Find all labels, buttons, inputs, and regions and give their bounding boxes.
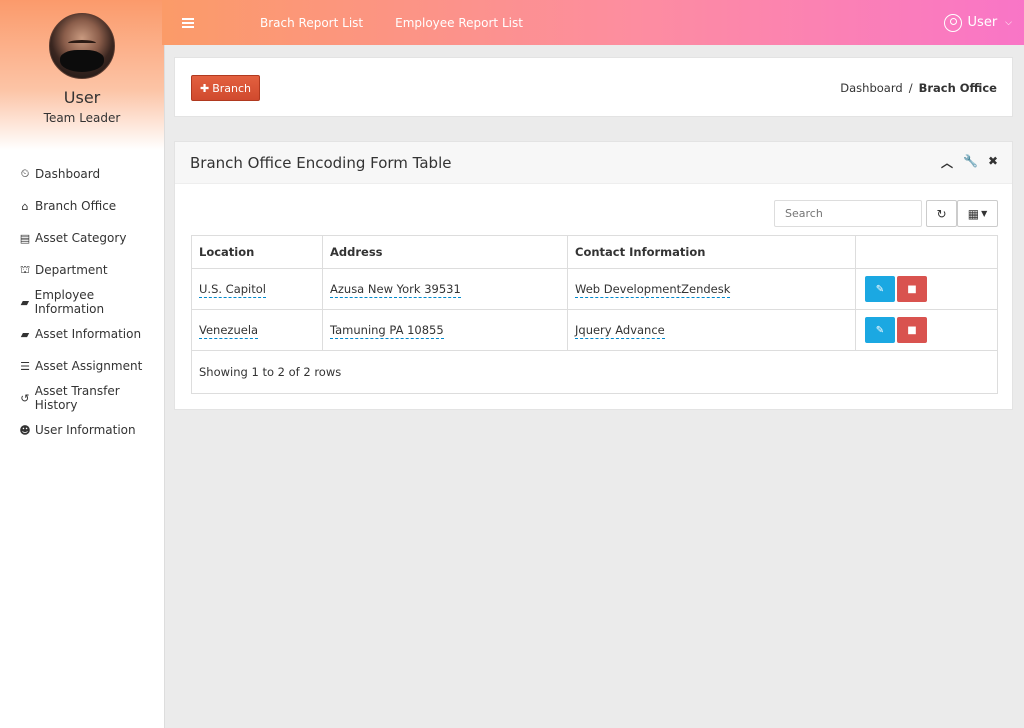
folder-open-icon: ▰ bbox=[20, 295, 30, 309]
page-header-card: ✚ Branch Dashboard / Brach Office bbox=[174, 57, 1013, 117]
sidebar-nav: ⏲ Dashboard ⌂ Branch Office ▤ Asset Categor… bbox=[0, 158, 164, 446]
user-menu[interactable]: User ⌵ bbox=[943, 13, 1012, 32]
breadcrumb-home[interactable]: Dashboard bbox=[840, 81, 902, 95]
table-footer-row: Showing 1 to 2 of 2 rows bbox=[191, 350, 998, 394]
cell-actions: ✎ ■ bbox=[855, 309, 998, 351]
plus-icon: ✚ bbox=[199, 81, 210, 95]
sidebar-item-asset-transfer-history[interactable]: ↺ Asset Transfer History bbox=[0, 382, 164, 414]
delete-button[interactable]: ■ bbox=[897, 276, 927, 302]
users-icon: ☻ bbox=[19, 423, 31, 437]
close-icon[interactable]: ✖ bbox=[988, 154, 998, 171]
sidebar-item-asset-assignment[interactable]: ☰ Asset Assignment bbox=[0, 350, 164, 382]
pagination-info: Showing 1 to 2 of 2 rows bbox=[191, 350, 998, 394]
sidebar-item-label: Asset Information bbox=[35, 327, 142, 341]
add-branch-button[interactable]: ✚ Branch bbox=[191, 75, 260, 101]
add-branch-label: Branch bbox=[212, 81, 252, 95]
cell-contact: Web DevelopmentZendesk bbox=[567, 268, 856, 310]
editable-address[interactable]: Tamuning PA 10855 bbox=[330, 323, 444, 339]
panel-header: Branch Office Encoding Form Table ︿ 🔧 ✖ bbox=[175, 142, 1012, 184]
branch-table-panel: Branch Office Encoding Form Table ︿ 🔧 ✖ … bbox=[174, 141, 1013, 410]
trash-icon: ■ bbox=[907, 324, 917, 336]
editable-location[interactable]: U.S. Capitol bbox=[199, 282, 266, 298]
sidebar-item-label: User Information bbox=[35, 423, 136, 437]
menu-toggle-icon[interactable] bbox=[182, 17, 194, 28]
cell-location: Venezuela bbox=[191, 309, 323, 351]
edit-button[interactable]: ✎ bbox=[865, 317, 895, 343]
wrench-icon[interactable]: 🔧 bbox=[963, 154, 978, 171]
nav-link-employee-report[interactable]: Employee Report List bbox=[395, 16, 523, 30]
delete-button[interactable]: ■ bbox=[897, 317, 927, 343]
editable-address[interactable]: Azusa New York 39531 bbox=[330, 282, 461, 298]
sidebar-item-label: Department bbox=[35, 263, 108, 277]
editable-contact[interactable]: Jquery Advance bbox=[575, 323, 665, 339]
avatar[interactable] bbox=[49, 13, 115, 79]
table-row: U.S. Capitol Azusa New York 39531 Web De… bbox=[191, 268, 998, 310]
edit-button[interactable]: ✎ bbox=[865, 276, 895, 302]
history-icon: ↺ bbox=[20, 391, 30, 405]
top-navbar: Brach Report List Employee Report List U… bbox=[162, 0, 1024, 45]
sidebar-item-branch-office[interactable]: ⌂ Branch Office bbox=[0, 190, 164, 222]
column-header-location[interactable]: Location bbox=[191, 235, 323, 269]
column-header-address[interactable]: Address bbox=[322, 235, 568, 269]
sidebar-item-label: Dashboard bbox=[35, 167, 101, 181]
panel-title: Branch Office Encoding Form Table bbox=[190, 153, 452, 172]
sidebar-item-department[interactable]: ⛫ Department bbox=[0, 254, 164, 286]
home-icon: ⌂ bbox=[21, 199, 29, 213]
nav-link-branch-report[interactable]: Brach Report List bbox=[260, 16, 363, 30]
breadcrumb: Dashboard / Brach Office bbox=[840, 81, 997, 95]
cell-address: Azusa New York 39531 bbox=[322, 268, 568, 310]
file-icon: ▤ bbox=[19, 231, 31, 245]
profile-section: User Team Leader bbox=[0, 0, 164, 150]
cell-location: U.S. Capitol bbox=[191, 268, 323, 310]
collapse-icon[interactable]: ︿ bbox=[941, 154, 953, 171]
sidebar: User Team Leader ⏲ Dashboard ⌂ Branch Offi… bbox=[0, 0, 165, 728]
columns-toggle-button[interactable]: ▦ ▼ bbox=[957, 200, 998, 227]
folder-open-icon: ▰ bbox=[20, 327, 30, 341]
sidebar-item-employee-information[interactable]: ▰ Employee Information bbox=[0, 286, 164, 318]
sidebar-item-label: Employee Information bbox=[34, 288, 105, 316]
sidebar-item-label: Asset Assignment bbox=[35, 359, 143, 373]
cell-contact: Jquery Advance bbox=[567, 309, 856, 351]
profile-name: User bbox=[63, 88, 101, 107]
sidebar-item-label: Branch Office bbox=[35, 199, 117, 213]
refresh-icon: ↻ bbox=[936, 206, 947, 221]
cell-address: Tamuning PA 10855 bbox=[322, 309, 568, 351]
chevron-down-icon: ⌵ bbox=[1005, 17, 1012, 28]
edit-icon: ✎ bbox=[875, 283, 885, 295]
editable-location[interactable]: Venezuela bbox=[199, 323, 259, 339]
dashboard-icon: ⏲ bbox=[20, 167, 30, 180]
refresh-button[interactable]: ↻ bbox=[926, 200, 957, 227]
sidebar-item-asset-category[interactable]: ▤ Asset Category bbox=[0, 222, 164, 254]
sidebar-item-label: Asset Transfer History bbox=[34, 384, 120, 412]
search-input[interactable] bbox=[774, 200, 922, 227]
table-header-row: Location Address Contact Information bbox=[191, 235, 998, 269]
table-row: Venezuela Tamuning PA 10855 Jquery Advan… bbox=[191, 309, 998, 351]
list-icon: ☰ bbox=[20, 359, 30, 373]
branch-table: Location Address Contact Information U.S… bbox=[191, 235, 998, 394]
column-header-actions bbox=[855, 235, 998, 269]
editable-contact[interactable]: Web DevelopmentZendesk bbox=[575, 282, 731, 298]
trash-icon: ■ bbox=[907, 283, 917, 295]
profile-role: Team Leader bbox=[43, 111, 121, 125]
column-header-contact[interactable]: Contact Information bbox=[567, 235, 856, 269]
sidebar-item-user-information[interactable]: ☻ User Information bbox=[0, 414, 164, 446]
institution-icon: ⛫ bbox=[19, 262, 31, 276]
cell-actions: ✎ ■ bbox=[855, 268, 998, 310]
sidebar-item-dashboard[interactable]: ⏲ Dashboard bbox=[0, 158, 164, 190]
grid-icon: ▦ bbox=[967, 206, 980, 221]
edit-icon: ✎ bbox=[875, 324, 885, 336]
caret-down-icon: ▼ bbox=[981, 209, 988, 218]
user-menu-label: User bbox=[967, 15, 998, 30]
sidebar-item-asset-information[interactable]: ▰ Asset Information bbox=[0, 318, 164, 350]
sidebar-item-label: Asset Category bbox=[35, 231, 127, 245]
breadcrumb-current: Brach Office bbox=[918, 81, 997, 95]
user-circle-icon bbox=[943, 13, 962, 32]
panel-tools: ︿ 🔧 ✖ bbox=[941, 154, 998, 171]
